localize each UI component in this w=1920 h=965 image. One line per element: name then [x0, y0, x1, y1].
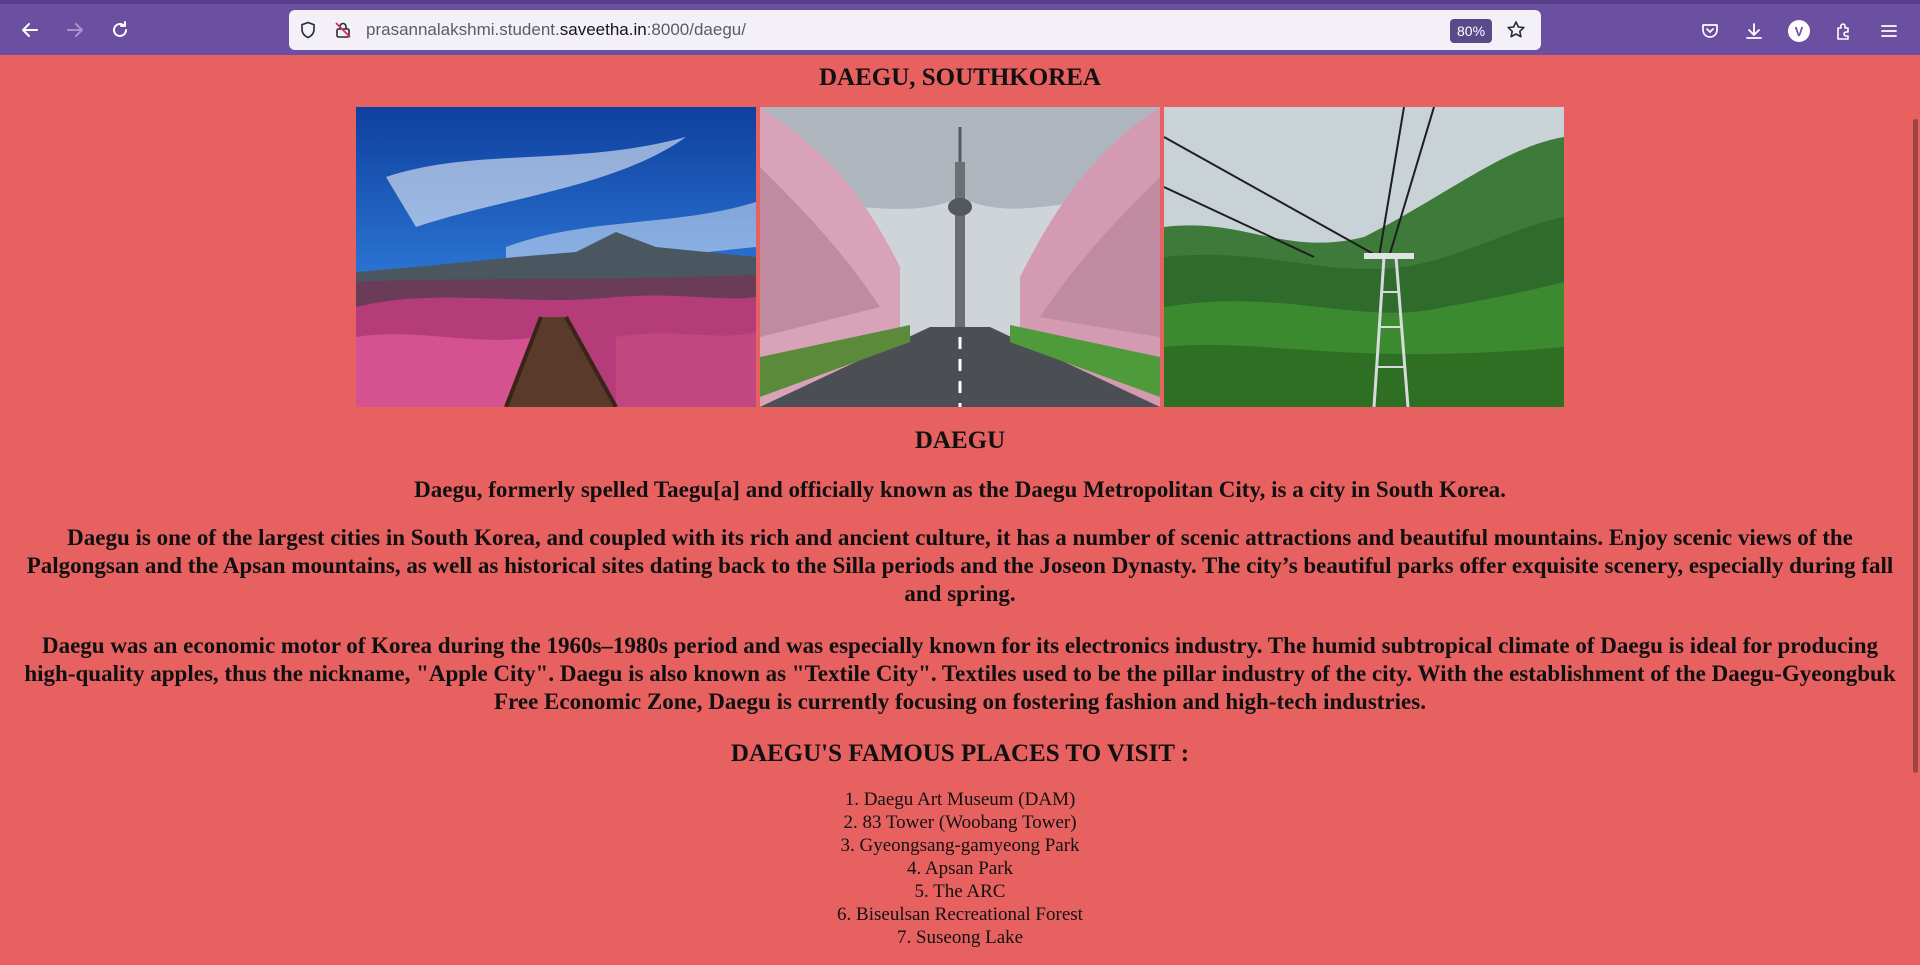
reload-icon[interactable]	[105, 15, 135, 45]
avatar-initial: V	[1788, 20, 1810, 42]
zoom-level-badge[interactable]: 80%	[1450, 19, 1493, 43]
insecure-lock-icon[interactable]	[332, 19, 354, 41]
heading-daegu: DAEGU	[914, 427, 1006, 454]
places-list: 1. Daegu Art Museum (DAM) 2. 83 Tower (W…	[0, 788, 1920, 949]
account-avatar[interactable]: V	[1784, 16, 1814, 46]
places-heading: DAEGU'S FAMOUS PLACES TO VISIT :	[730, 740, 1190, 767]
extensions-icon[interactable]	[1829, 16, 1859, 46]
intro-paragraph: Daegu, formerly spelled Taegu[a] and off…	[414, 477, 1506, 502]
list-item: 3. Gyeongsang-gamyeong Park	[840, 835, 1080, 856]
list-item: 1. Daegu Art Museum (DAM)	[844, 789, 1076, 810]
photo-gallery	[356, 107, 1564, 407]
culture-paragraph: Daegu is one of the largest cities in So…	[26, 525, 1894, 606]
back-arrow-icon[interactable]	[15, 15, 45, 45]
url-text[interactable]: prasannalakshmi.student.saveetha.in:8000…	[366, 20, 746, 40]
photo-cable-car-forest	[1164, 107, 1564, 407]
list-item: 2. 83 Tower (Woobang Tower)	[843, 812, 1077, 833]
list-item: 4. Apsan Park	[906, 858, 1014, 879]
economy-paragraph: Daegu was an economic motor of Korea dur…	[24, 633, 1896, 714]
scrollbar-thumb[interactable]	[1913, 119, 1918, 773]
list-item: 7. Suseong Lake	[896, 927, 1024, 948]
list-item: 6. Biseulsan Recreational Forest	[837, 904, 1083, 925]
forward-arrow-icon[interactable]	[60, 15, 90, 45]
vertical-scrollbar[interactable]	[1910, 55, 1920, 965]
bookmark-star-icon[interactable]	[1505, 19, 1527, 41]
shield-icon[interactable]	[297, 19, 319, 41]
pocket-icon[interactable]	[1695, 16, 1725, 46]
photo-cherry-blossom-tower	[760, 107, 1160, 407]
address-bar[interactable]: prasannalakshmi.student.saveetha.in:8000…	[289, 10, 1541, 50]
page-title: DAEGU, SOUTHKOREA	[819, 64, 1101, 91]
downloads-icon[interactable]	[1739, 16, 1769, 46]
browser-toolbar: prasannalakshmi.student.saveetha.in:8000…	[0, 0, 1920, 55]
photo-azalea-hills	[356, 107, 756, 407]
menu-icon[interactable]	[1874, 16, 1904, 46]
list-item: 5. The ARC	[914, 881, 1006, 902]
page-content: DAEGU, SOUTHKOREA DAEGU Daegu, formerly …	[0, 55, 1920, 965]
